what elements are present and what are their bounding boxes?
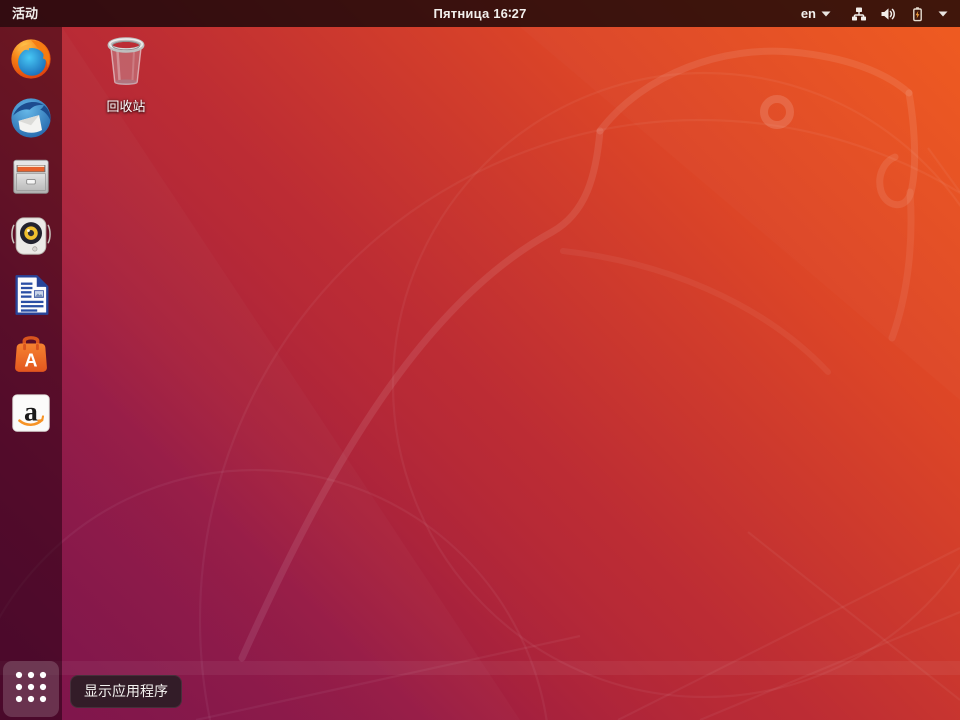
activities-button[interactable]: 活动 bbox=[0, 0, 50, 27]
language-menu[interactable]: en bbox=[791, 0, 841, 27]
system-status-area: en bbox=[791, 0, 954, 27]
dock-item-libreoffice-writer[interactable] bbox=[0, 265, 62, 324]
show-apps-button[interactable] bbox=[3, 661, 59, 717]
trash-desktop-icon[interactable]: 回收站 bbox=[97, 36, 155, 115]
dock-item-ubuntu-software[interactable]: A bbox=[0, 324, 62, 383]
amazon-icon: a bbox=[8, 390, 54, 436]
dock-item-amazon[interactable]: a bbox=[0, 383, 62, 442]
rhythmbox-icon bbox=[8, 213, 54, 259]
thunderbird-icon bbox=[8, 95, 54, 141]
dock-item-files[interactable] bbox=[0, 147, 62, 206]
ubuntu-software-icon: A bbox=[8, 331, 54, 377]
chevron-down-icon bbox=[821, 11, 831, 17]
files-icon bbox=[8, 154, 54, 200]
dock-item-firefox[interactable] bbox=[0, 29, 62, 88]
ubuntu-desktop: 活动 Пятница 16∶27 en A a 回收站 显示应用程序 bbox=[0, 0, 960, 720]
volume-icon bbox=[880, 6, 896, 22]
apps-grid-icon bbox=[15, 671, 47, 708]
show-apps-tooltip: 显示应用程序 bbox=[70, 675, 182, 708]
dock-item-rhythmbox[interactable] bbox=[0, 206, 62, 265]
trash-label: 回收站 bbox=[106, 99, 146, 114]
firefox-icon bbox=[8, 36, 54, 82]
network-wired-icon bbox=[851, 6, 867, 22]
system-menu[interactable] bbox=[841, 0, 954, 27]
svg-text:A: A bbox=[24, 350, 37, 370]
battery-charging-icon bbox=[909, 6, 925, 22]
dock: A a bbox=[0, 27, 62, 720]
chevron-down-icon bbox=[938, 11, 948, 17]
language-label: en bbox=[800, 6, 816, 21]
top-bar: 活动 Пятница 16∶27 en bbox=[0, 0, 960, 27]
trash-icon bbox=[104, 36, 148, 94]
libreoffice-writer-icon bbox=[8, 272, 54, 318]
dock-item-thunderbird[interactable] bbox=[0, 88, 62, 147]
clock-calendar-button[interactable]: Пятница 16∶27 bbox=[423, 0, 536, 27]
